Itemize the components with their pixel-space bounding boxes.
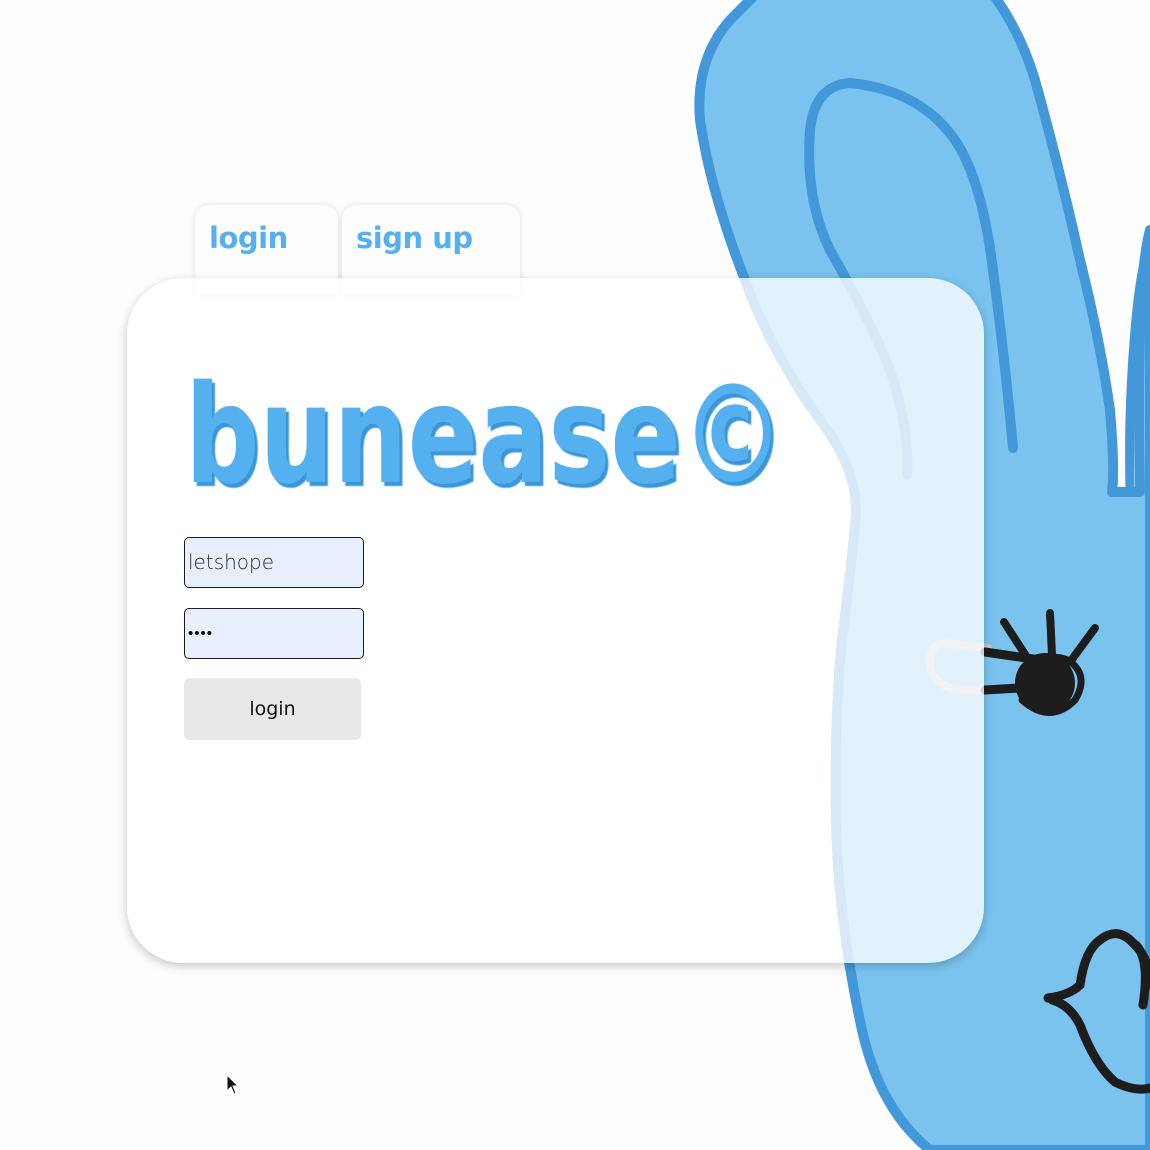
tab-sign-up-label: sign up — [356, 221, 473, 255]
username-field[interactable]: letshope — [184, 537, 364, 588]
login-button[interactable]: login — [184, 678, 361, 740]
password-field[interactable]: •••• — [184, 608, 364, 659]
bunease-logo: bunease© — [185, 360, 785, 500]
logo-text: bunease© — [185, 360, 785, 500]
pointer-cursor-icon — [226, 1074, 240, 1095]
tab-login-label: login — [209, 221, 288, 255]
page-stage: login sign up bunease© letshope •••• log… — [0, 0, 1150, 1150]
